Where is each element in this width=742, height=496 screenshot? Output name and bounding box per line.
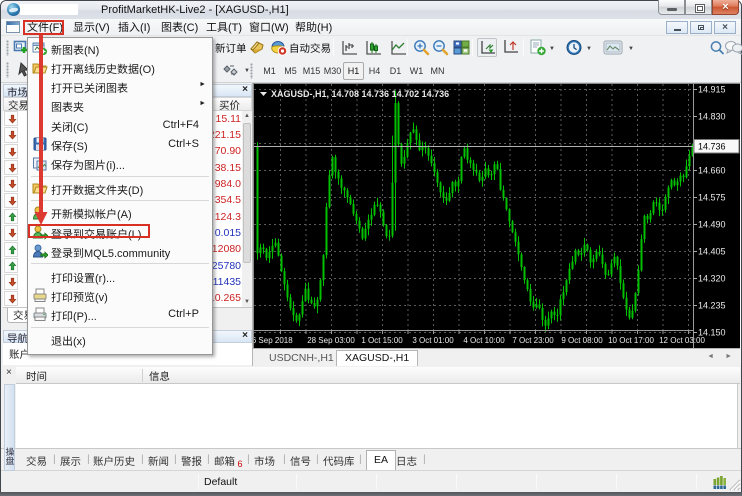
svg-text:14.320: 14.320 — [698, 274, 726, 284]
svg-text:14.405: 14.405 — [698, 247, 726, 257]
svg-text:26 Sep 2018: 26 Sep 2018 — [254, 336, 293, 345]
svg-text:14.736: 14.736 — [698, 142, 726, 152]
svg-text:XAGUSD-,H1, 14.708 14.736 14.7: XAGUSD-,H1, 14.708 14.736 14.702 14.736 — [271, 89, 449, 99]
svg-text:14.575: 14.575 — [698, 193, 726, 203]
svg-text:7 Oct 23:00: 7 Oct 23:00 — [512, 336, 554, 345]
svg-text:14.235: 14.235 — [698, 301, 726, 311]
svg-text:14.490: 14.490 — [698, 220, 726, 230]
svg-text:12 Oct 03:00: 12 Oct 03:00 — [659, 336, 705, 345]
svg-text:9 Oct 08:00: 9 Oct 08:00 — [561, 336, 603, 345]
svg-text:14.830: 14.830 — [698, 112, 726, 122]
svg-text:10 Oct 17:00: 10 Oct 17:00 — [608, 336, 654, 345]
svg-text:14.915: 14.915 — [698, 85, 726, 95]
svg-text:4 Oct 10:00: 4 Oct 10:00 — [463, 336, 505, 345]
svg-text:1 Oct 15:00: 1 Oct 15:00 — [361, 336, 403, 345]
svg-text:3 Oct 01:00: 3 Oct 01:00 — [412, 336, 454, 345]
svg-text:14.660: 14.660 — [698, 166, 726, 176]
svg-text:28 Sep 03:00: 28 Sep 03:00 — [307, 336, 355, 345]
